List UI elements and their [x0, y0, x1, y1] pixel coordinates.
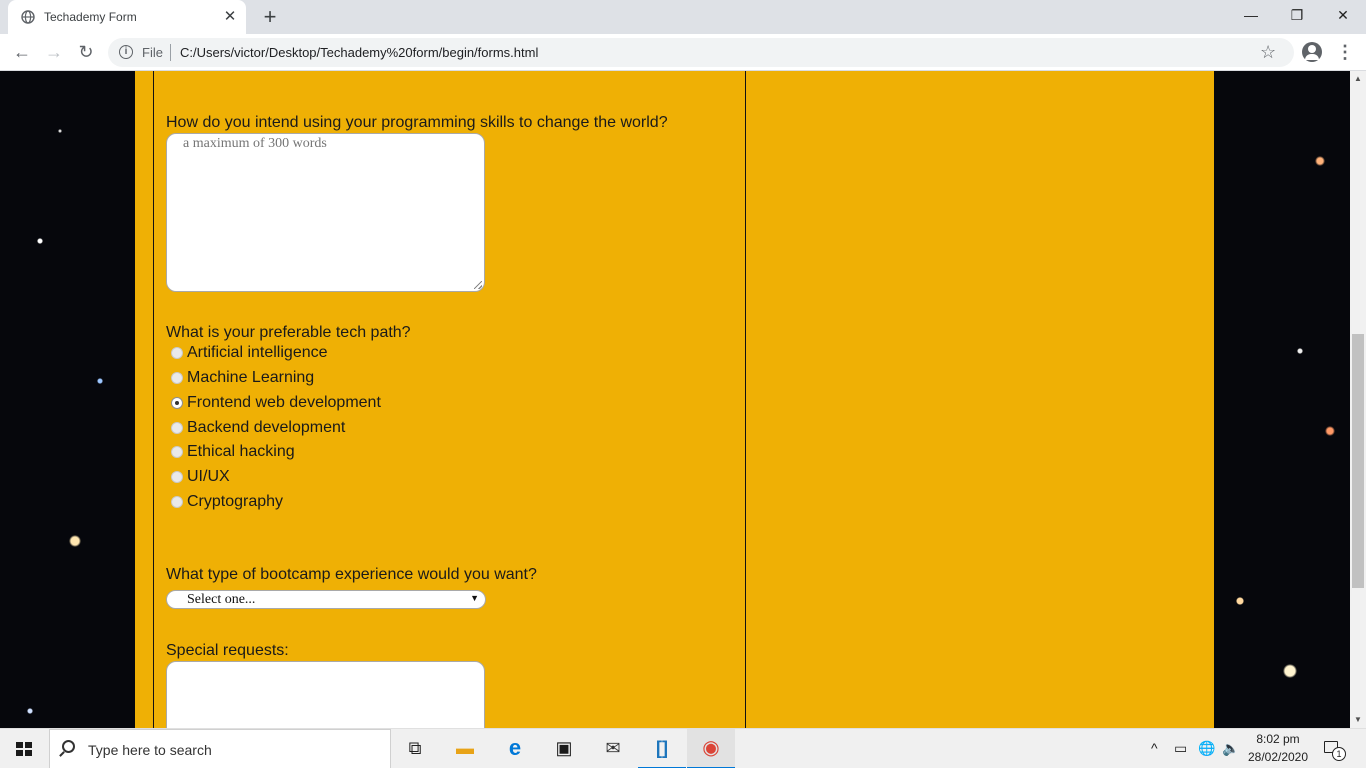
action-center-button[interactable]: 1 — [1322, 739, 1346, 761]
brackets-icon: [] — [656, 738, 668, 758]
window-restore-button[interactable]: ❐ — [1274, 4, 1320, 28]
taskbar-edge[interactable]: e — [491, 729, 539, 768]
dropdown-arrow-icon: ▼ — [470, 593, 479, 603]
page-viewport: How do you intend using your programming… — [0, 71, 1350, 728]
tab-techademy-form[interactable]: Techademy Form ✕ — [8, 0, 246, 34]
textarea-placeholder: a maximum of 300 words — [183, 136, 327, 151]
clock-time[interactable]: 8:02 pm — [1250, 732, 1306, 746]
taskbar-file-explorer[interactable]: ▬ — [441, 729, 489, 768]
task-view-icon: ⧉ — [408, 738, 422, 758]
radio-label: UI/UX — [187, 468, 230, 485]
change-world-textarea[interactable]: a maximum of 300 words — [166, 133, 485, 292]
back-arrow-icon[interactable]: ← — [10, 41, 34, 65]
radio-label: Machine Learning — [187, 369, 315, 386]
special-requests-textarea[interactable] — [166, 661, 485, 728]
search-icon — [62, 740, 75, 753]
radio-label: Artificial intelligence — [187, 344, 328, 361]
omnibox-separator — [170, 44, 171, 61]
scrollbar-thumb[interactable] — [1352, 334, 1364, 588]
show-hidden-icons-chevron-icon[interactable]: ^ — [1151, 740, 1167, 768]
window-minimize-button[interactable]: — — [1228, 4, 1274, 28]
folder-icon: ▬ — [456, 738, 474, 758]
tab-title: Techademy Form — [44, 10, 137, 24]
taskbar-task-view[interactable]: ⧉ — [391, 729, 439, 768]
taskbar-chrome[interactable]: ◉ — [687, 729, 735, 768]
profile-avatar-icon[interactable] — [1302, 42, 1322, 62]
radio-button[interactable] — [171, 347, 183, 359]
store-bag-icon: ▣ — [555, 738, 573, 758]
browser-tabstrip: Techademy Form ✕ + — ❐ ✕ — [0, 0, 1366, 34]
scroll-down-arrow-icon[interactable]: ▼ — [1350, 712, 1366, 728]
notification-count-badge: 1 — [1332, 747, 1346, 761]
radio-button[interactable] — [171, 372, 183, 384]
column-divider — [153, 71, 154, 728]
browser-toolbar: ← → ↻ i File C:/Users/victor/Desktop/Tec… — [0, 34, 1366, 71]
clock-date[interactable]: 28/02/2020 — [1246, 750, 1310, 764]
radio-button[interactable] — [171, 422, 183, 434]
radio-button-selected[interactable] — [171, 397, 183, 409]
chrome-icon: ◉ — [702, 737, 720, 759]
taskbar-brackets[interactable]: [] — [638, 729, 686, 768]
globe-icon — [21, 10, 35, 24]
select-value: Select one... — [187, 592, 256, 607]
column-divider — [745, 71, 746, 728]
question-change-world-label: How do you intend using your programming… — [166, 114, 668, 131]
page-scrollbar[interactable]: ▲ ▼ — [1350, 71, 1366, 728]
radio-button[interactable] — [171, 446, 183, 458]
taskbar-search-box[interactable]: Type here to search — [49, 729, 391, 768]
radio-button[interactable] — [171, 496, 183, 508]
scroll-up-arrow-icon[interactable]: ▲ — [1350, 71, 1366, 87]
omnibox-scheme-label: File — [142, 45, 163, 60]
windows-taskbar: Type here to search ⧉ ▬ e ▣ ✉ [] ◉ ^ ▭ 🌐… — [0, 728, 1366, 768]
taskbar-mail[interactable]: ✉ — [589, 729, 637, 768]
battery-icon[interactable]: ▭ — [1174, 740, 1187, 768]
search-placeholder: Type here to search — [88, 742, 212, 758]
question-bootcamp-label: What type of bootcamp experience would y… — [166, 566, 537, 583]
bookmark-star-icon[interactable]: ☆ — [1260, 42, 1276, 63]
radio-label: Frontend web development — [187, 394, 381, 411]
url-text[interactable]: C:/Users/victor/Desktop/Techademy%20form… — [180, 45, 538, 60]
taskbar-store[interactable]: ▣ — [540, 729, 588, 768]
radio-label: Backend development — [187, 419, 346, 436]
forward-arrow-icon[interactable]: → — [42, 41, 66, 65]
window-close-button[interactable]: ✕ — [1320, 4, 1366, 28]
question-tech-path-label: What is your preferable tech path? — [166, 324, 411, 341]
volume-icon[interactable]: 🔈 — [1222, 740, 1239, 768]
question-special-requests-label: Special requests: — [166, 642, 289, 659]
bootcamp-select[interactable]: Select one... ▼ — [166, 590, 486, 609]
edge-icon: e — [508, 735, 522, 760]
radio-label: Cryptography — [187, 493, 284, 510]
network-globe-icon[interactable]: 🌐 — [1198, 740, 1215, 768]
tab-close-icon[interactable]: ✕ — [222, 9, 238, 25]
mail-icon: ✉ — [605, 738, 621, 758]
site-info-icon[interactable]: i — [119, 45, 133, 59]
radio-button[interactable] — [171, 471, 183, 483]
form-panel: How do you intend using your programming… — [135, 71, 1214, 728]
radio-label: Ethical hacking — [187, 443, 295, 460]
windows-logo-icon — [16, 742, 32, 756]
address-bar[interactable]: i File C:/Users/victor/Desktop/Techademy… — [108, 38, 1294, 67]
start-button[interactable] — [0, 729, 48, 768]
resize-grip-icon[interactable] — [474, 281, 482, 289]
browser-menu-icon[interactable]: ⋮ — [1336, 42, 1354, 62]
new-tab-button[interactable]: + — [258, 6, 282, 30]
reload-icon[interactable]: ↻ — [74, 41, 98, 65]
